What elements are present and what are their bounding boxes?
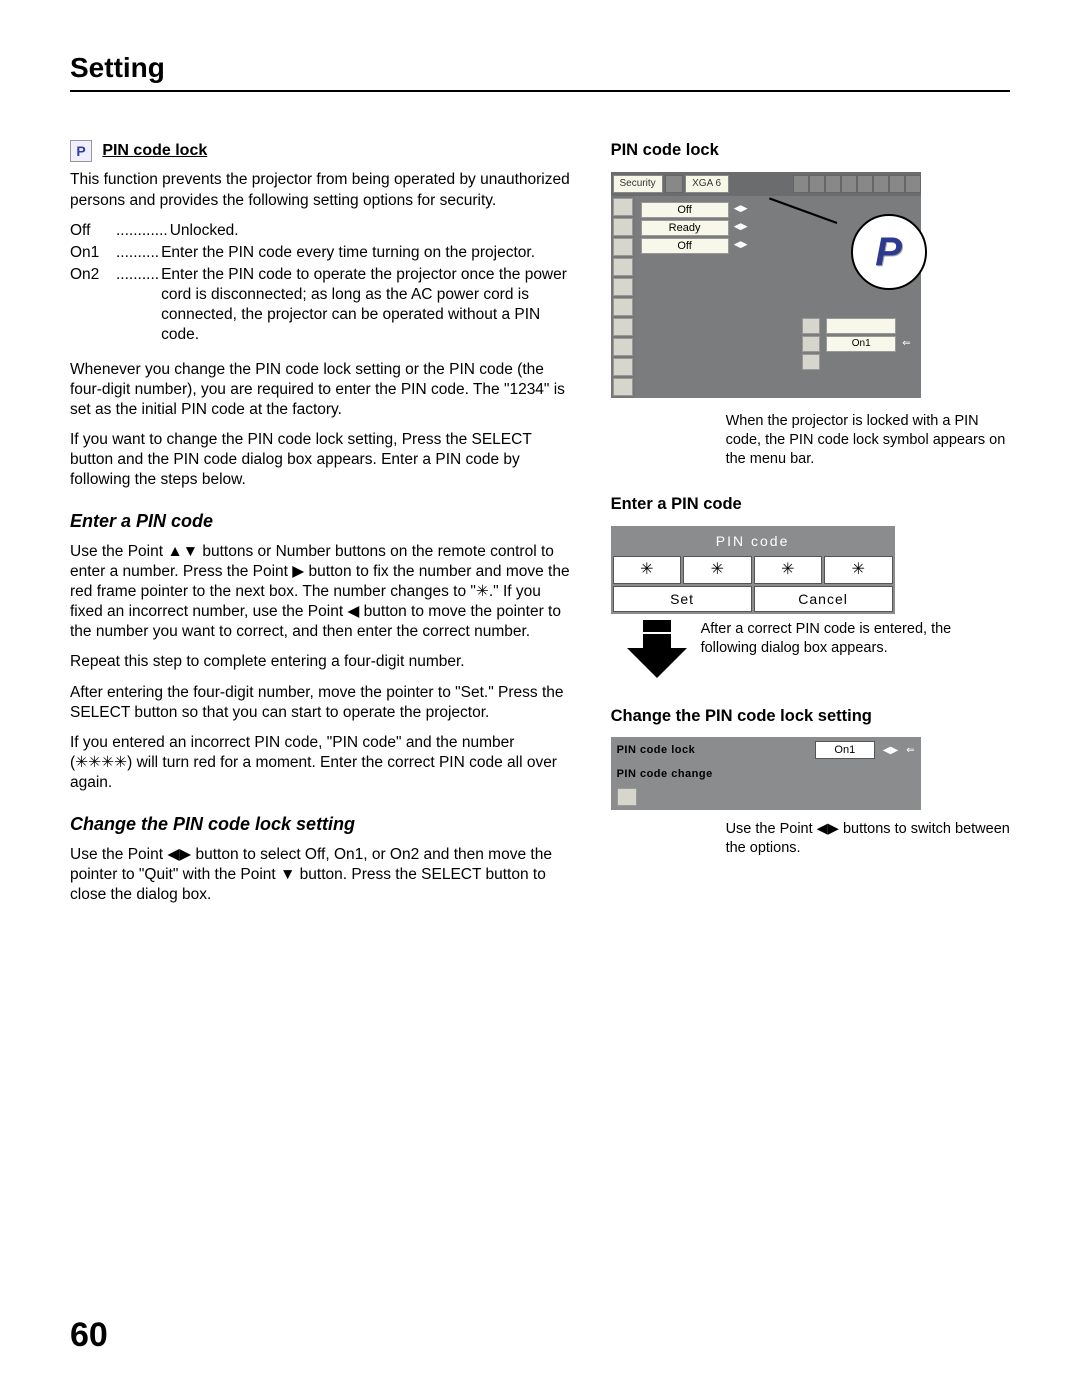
menu-icon xyxy=(665,175,683,193)
page-number: 60 xyxy=(70,1313,108,1357)
menu-icon xyxy=(857,175,873,193)
figure-title: Change the PIN code lock setting xyxy=(611,706,1010,727)
menu-icon xyxy=(873,175,889,193)
exit-icon xyxy=(802,354,820,370)
pin-digit: ✳ xyxy=(683,556,752,584)
figure-title: Enter a PIN code xyxy=(611,494,1010,515)
side-icon xyxy=(613,318,633,336)
pin-digit: ✳ xyxy=(613,556,682,584)
pointer-icon: ⇐ xyxy=(906,744,914,757)
figure-caption: After a correct PIN code is entered, the… xyxy=(701,620,1010,658)
field-label: PIN code lock xyxy=(617,743,807,757)
menu-icon xyxy=(841,175,857,193)
menu-icon xyxy=(809,175,825,193)
side-icon xyxy=(613,378,633,396)
menu-tab-info: XGA 6 xyxy=(685,175,729,193)
side-icon xyxy=(613,358,633,376)
subsection-title: Enter a PIN code xyxy=(70,510,577,533)
section-title: PIN code lock xyxy=(102,142,207,159)
para: Whenever you change the PIN code lock se… xyxy=(70,360,577,420)
para: After entering the four-digit number, mo… xyxy=(70,683,577,723)
security-menu-figure: Security XGA 6 xyxy=(611,172,921,398)
figure-caption: Use the Point ◀▶ buttons to switch betwe… xyxy=(611,820,1010,858)
para: If you want to change the PIN code lock … xyxy=(70,430,577,490)
down-arrow-icon xyxy=(627,620,687,680)
field-value: Off◀▶ xyxy=(641,202,729,218)
pin-icon xyxy=(802,336,820,352)
lock-icon xyxy=(802,318,820,334)
side-icon xyxy=(613,258,633,276)
menu-icon xyxy=(793,175,809,193)
para: Use the Point ◀▶ button to select Off, O… xyxy=(70,845,577,905)
option-desc: Unlocked. xyxy=(168,221,239,241)
para: Use the Point ▲▼ buttons or Number butto… xyxy=(70,542,577,643)
field-label: PIN code change xyxy=(617,767,915,781)
dialog-title: PIN code xyxy=(611,526,895,556)
pin-symbol-icon: P xyxy=(875,226,902,278)
option-label: On1 xyxy=(70,243,116,263)
menu-icon xyxy=(905,175,921,193)
exit-icon xyxy=(617,788,637,806)
menu-icon xyxy=(889,175,905,193)
side-icon xyxy=(613,198,633,216)
pin-lock-icon: P xyxy=(70,140,92,162)
side-icon xyxy=(613,298,633,316)
option-list: Off ............ Unlocked. On1 .........… xyxy=(70,221,577,346)
side-icon xyxy=(613,278,633,296)
menu-icon xyxy=(825,175,841,193)
side-icon xyxy=(613,238,633,256)
pin-digit: ✳ xyxy=(754,556,823,584)
option-label: Off xyxy=(70,221,116,241)
sub-field xyxy=(826,318,896,334)
page-title: Setting xyxy=(70,50,1010,86)
intro-para: This function prevents the projector fro… xyxy=(70,170,577,210)
pin-dialog-figure: PIN code ✳ ✳ ✳ ✳ Set Cancel xyxy=(611,526,895,614)
zoom-circle: P xyxy=(851,214,927,290)
menu-tab-security: Security xyxy=(613,175,663,193)
side-icon xyxy=(613,218,633,236)
cancel-button: Cancel xyxy=(754,586,893,612)
field-value: Off◀▶ xyxy=(641,238,729,254)
field-value: On1 xyxy=(815,741,875,759)
side-icon xyxy=(613,338,633,356)
change-dialog-figure: PIN code lock On1 ◀▶ ⇐ PIN code change xyxy=(611,737,921,809)
option-desc: Enter the PIN code to operate the projec… xyxy=(159,265,577,346)
figure-caption: When the projector is locked with a PIN … xyxy=(611,412,1010,469)
set-button: Set xyxy=(613,586,752,612)
para: Repeat this step to complete entering a … xyxy=(70,652,577,672)
field-value: Ready◀▶ xyxy=(641,220,729,236)
option-desc: Enter the PIN code every time turning on… xyxy=(159,243,535,263)
pin-digit: ✳ xyxy=(824,556,893,584)
pointer-icon: ⇐ xyxy=(902,337,910,350)
sub-field: On1 xyxy=(826,336,896,352)
option-label: On2 xyxy=(70,265,116,346)
lr-arrows-icon: ◀▶ xyxy=(883,744,898,757)
figure-title: PIN code lock xyxy=(611,140,1010,161)
subsection-title: Change the PIN code lock setting xyxy=(70,813,577,836)
para: If you entered an incorrect PIN code, "P… xyxy=(70,733,577,793)
